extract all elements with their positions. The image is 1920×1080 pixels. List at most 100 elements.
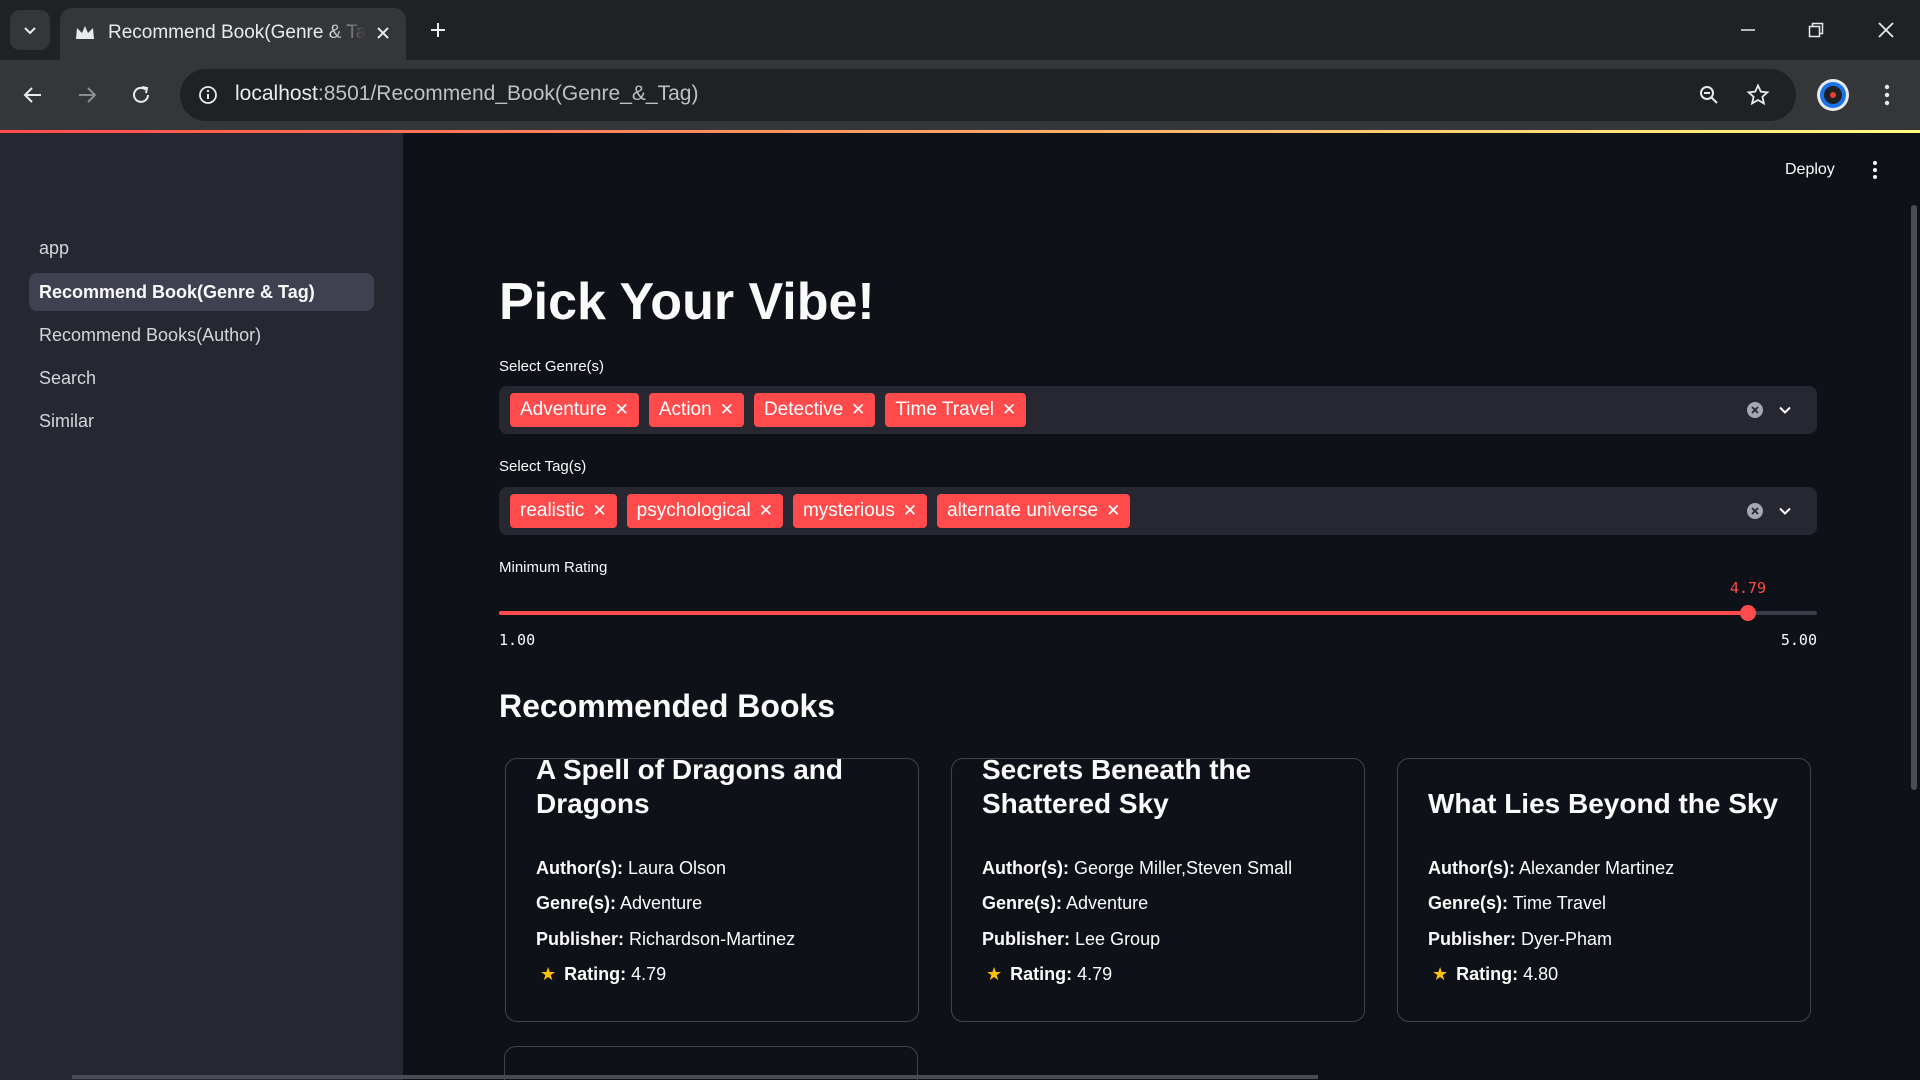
browser-menu-button[interactable] <box>1872 77 1902 113</box>
book-title-line: Shattered Sky <box>982 788 1169 819</box>
dropdown-toggle[interactable] <box>1775 501 1795 521</box>
book-title-line: A Spell of Dragons and <box>536 758 843 785</box>
book-genre: Genre(s): Adventure <box>982 893 1148 914</box>
minimize-button[interactable] <box>1724 8 1772 52</box>
deploy-button[interactable]: Deploy <box>1785 161 1835 179</box>
publisher-value: Dyer-Pham <box>1521 929 1613 949</box>
address-bar[interactable]: localhost:8501/Recommend_Book(Genre_&_Ta… <box>180 69 1796 121</box>
chip-label: Action <box>658 399 712 420</box>
publisher-value: Richardson-Martinez <box>629 929 796 949</box>
genre-chip[interactable]: Time Travel ✕ <box>885 393 1027 427</box>
tag-multiselect[interactable]: realistic ✕ psychological ✕ mysterious ✕ al… <box>499 487 1817 535</box>
browser-tab[interactable]: Recommend Book(Genre & Tag) <box>60 8 406 60</box>
genre-chips: Adventure ✕ Action ✕ Detective ✕ Time Trave… <box>510 393 1027 427</box>
close-icon[interactable]: ✕ <box>851 400 865 420</box>
back-button[interactable] <box>13 75 53 115</box>
book-author: Author(s): George Miller,Steven Small <box>982 858 1292 879</box>
chip-label: mysterious <box>802 500 895 521</box>
publisher-label: Publisher: <box>1428 929 1517 949</box>
tag-label: Select Tag(s) <box>499 458 587 475</box>
book-genre: Genre(s): Adventure <box>536 893 702 914</box>
close-icon[interactable]: ✕ <box>615 400 629 420</box>
book-card: What Lies Beyond the Sky Author(s): Alex… <box>1397 758 1811 1022</box>
close-icon[interactable]: ✕ <box>720 400 734 420</box>
sidebar-item-recommend-author[interactable]: Recommend Books(Author) <box>29 316 374 354</box>
tag-chip[interactable]: alternate universe ✕ <box>937 494 1131 528</box>
genre-value: Adventure <box>1066 893 1149 913</box>
close-icon[interactable]: ✕ <box>759 501 773 521</box>
book-publisher: Publisher: Richardson-Martinez <box>536 929 795 950</box>
chip-label: Time Travel <box>895 399 994 420</box>
profile-icon <box>1820 82 1846 108</box>
tag-chip[interactable]: mysterious ✕ <box>792 494 928 528</box>
book-title-line: Secrets Beneath the <box>982 758 1252 785</box>
plus-icon <box>431 23 445 37</box>
author-value: George Miller,Steven Small <box>1074 858 1293 878</box>
genre-label: Select Genre(s) <box>499 358 605 375</box>
close-icon[interactable]: ✕ <box>903 501 917 521</box>
minimize-icon <box>1741 29 1755 31</box>
genre-label: Genre(s): <box>536 893 617 913</box>
book-rating: ★ Rating: 4.79 <box>536 964 666 985</box>
chip-label: alternate universe <box>947 500 1099 521</box>
zoom-icon <box>1700 86 1718 104</box>
info-icon <box>199 86 217 104</box>
zoom-button[interactable] <box>1694 80 1724 110</box>
book-genre: Genre(s): Time Travel <box>1428 893 1606 914</box>
chip-label: Adventure <box>520 399 607 420</box>
slider-thumb[interactable] <box>1740 605 1756 621</box>
clear-all-button[interactable] <box>1745 501 1765 521</box>
sidebar-item-similar[interactable]: Similar <box>29 402 374 440</box>
author-label: Author(s): <box>982 858 1069 878</box>
horizontal-scrollbar[interactable] <box>72 1075 1318 1079</box>
app-menu-button[interactable] <box>1865 157 1885 183</box>
profile-button[interactable] <box>1817 79 1849 111</box>
star-icon: ★ <box>986 964 1003 984</box>
author-label: Author(s): <box>536 858 623 878</box>
close-icon[interactable]: ✕ <box>592 501 606 521</box>
tab-search-button[interactable] <box>10 10 50 50</box>
browser-tab-strip: Recommend Book(Genre & Tag) <box>0 0 1920 60</box>
book-author: Author(s): Alexander Martinez <box>1428 858 1674 879</box>
restore-button[interactable] <box>1792 8 1840 52</box>
clear-all-button[interactable] <box>1745 400 1765 420</box>
genre-chip[interactable]: Action ✕ <box>648 393 744 427</box>
close-tab-button[interactable] <box>370 20 396 46</box>
sidebar-item-recommend-genre-tag[interactable]: Recommend Book(Genre & Tag) <box>29 273 374 311</box>
rating-slider[interactable]: 4.79 1.00 5.00 <box>499 579 1817 659</box>
sidebar-item-app[interactable]: app <box>29 229 374 267</box>
rating-value: 4.80 <box>1523 964 1559 984</box>
tag-chips: realistic ✕ psychological ✕ mysterious ✕ al… <box>510 494 1131 528</box>
tag-chip[interactable]: realistic ✕ <box>510 494 617 528</box>
dropdown-toggle[interactable] <box>1775 400 1795 420</box>
kebab-menu-icon <box>1884 84 1890 106</box>
book-publisher: Publisher: Lee Group <box>982 929 1160 950</box>
vertical-scrollbar[interactable] <box>1911 205 1917 790</box>
url-text[interactable]: localhost:8501/Recommend_Book(Genre_&_Ta… <box>235 82 698 106</box>
slider-value: 4.79 <box>1729 579 1767 597</box>
close-icon[interactable]: ✕ <box>1106 501 1120 521</box>
close-icon[interactable]: ✕ <box>1002 400 1016 420</box>
streamlit-crown-icon <box>76 26 94 39</box>
forward-button[interactable] <box>67 75 107 115</box>
clear-circle-icon <box>1747 402 1763 418</box>
genre-label: Genre(s): <box>982 893 1063 913</box>
rating-value: 4.79 <box>631 964 667 984</box>
book-card: A Spell of Dragons and Dragons Author(s):… <box>505 758 919 1022</box>
site-info-button[interactable] <box>192 79 224 111</box>
genre-chip[interactable]: Adventure ✕ <box>510 393 639 427</box>
book-publisher: Publisher: Dyer-Pham <box>1428 929 1612 950</box>
bookmark-button[interactable] <box>1743 80 1773 110</box>
publisher-label: Publisher: <box>982 929 1071 949</box>
new-tab-button[interactable] <box>422 14 454 46</box>
tab-title: Recommend Book(Genre & Tag) <box>108 22 366 43</box>
url-host: localhost <box>235 82 318 105</box>
reload-button[interactable] <box>121 75 161 115</box>
genre-chip[interactable]: Detective ✕ <box>753 393 876 427</box>
tag-chip[interactable]: psychological ✕ <box>626 494 783 528</box>
close-window-button[interactable] <box>1862 8 1910 52</box>
genre-multiselect[interactable]: Adventure ✕ Action ✕ Detective ✕ Time Trave… <box>499 386 1817 434</box>
sidebar-item-search[interactable]: Search <box>29 359 374 397</box>
book-title-line: What Lies Beyond the Sky <box>1428 788 1779 819</box>
recommended-heading: Recommended Books <box>499 688 836 724</box>
